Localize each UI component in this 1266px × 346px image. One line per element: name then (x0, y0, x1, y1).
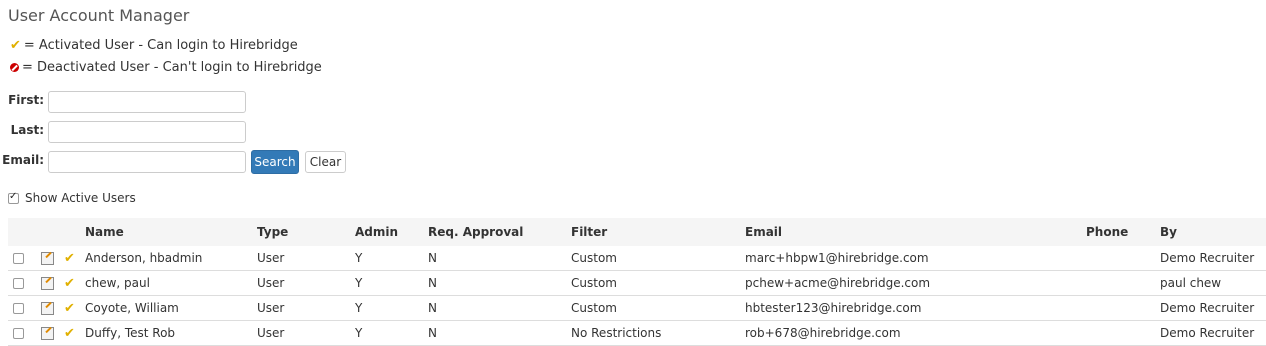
table-row: ✔ Duffy, Test Rob User Y N No Restrictio… (8, 321, 1266, 346)
user-filter: Custom (571, 276, 617, 290)
user-admin: Y (355, 251, 363, 265)
header-filter[interactable]: Filter (571, 225, 607, 239)
user-by: Demo Recruiter (1160, 251, 1255, 265)
user-filter: No Restrictions (571, 326, 662, 340)
table-header: Name Type Admin Req. Approval Filter Ema… (8, 218, 1266, 246)
table-row: ✔ Anderson, hbadmin User Y N Custom marc… (8, 246, 1266, 271)
legend-deactivated-text: = Deactivated User - Can't login to Hire… (22, 60, 322, 75)
user-name[interactable]: Duffy, Test Rob (85, 326, 175, 340)
row-select-checkbox[interactable] (13, 302, 24, 314)
user-admin: Y (355, 301, 363, 315)
edit-icon[interactable] (41, 301, 54, 315)
row-select-checkbox[interactable] (13, 277, 24, 289)
last-name-input[interactable] (48, 121, 246, 143)
last-label: Last: (10, 123, 44, 137)
checkmark-icon: ✔ (64, 250, 75, 266)
table-row: ✔ chew, paul User Y N Custom pchew+acme@… (8, 271, 1266, 296)
user-admin: Y (355, 276, 363, 290)
user-name[interactable]: Coyote, William (85, 301, 179, 315)
user-req-approval: N (428, 301, 437, 315)
user-admin: Y (355, 326, 363, 340)
user-email: marc+hbpw1@hirebridge.com (745, 251, 929, 265)
header-phone[interactable]: Phone (1086, 225, 1128, 239)
first-label: First: (8, 93, 44, 107)
user-name[interactable]: Anderson, hbadmin (85, 251, 202, 265)
user-by: Demo Recruiter (1160, 326, 1255, 340)
checkmark-icon: ✔ (10, 38, 21, 53)
legend-deactivated: = Deactivated User - Can't login to Hire… (10, 60, 322, 75)
legend-activated-text: = Activated User - Can login to Hirebrid… (23, 38, 298, 53)
user-filter: Custom (571, 301, 617, 315)
user-email: hbtester123@hirebridge.com (745, 301, 922, 315)
user-req-approval: N (428, 251, 437, 265)
checkmark-icon: ✔ (64, 325, 75, 341)
header-req-approval[interactable]: Req. Approval (428, 225, 523, 239)
header-type[interactable]: Type (257, 225, 288, 239)
user-by: paul chew (1160, 276, 1222, 290)
row-select-checkbox[interactable] (13, 327, 24, 339)
user-filter: Custom (571, 251, 617, 265)
row-select-checkbox[interactable] (13, 252, 24, 264)
checkmark-icon: ✔ (64, 300, 75, 316)
deactivated-icon (10, 63, 19, 72)
table-row: ✔ Coyote, William User Y N Custom hbtest… (8, 296, 1266, 321)
edit-icon[interactable] (41, 326, 54, 340)
page-title: User Account Manager (8, 6, 190, 25)
edit-icon[interactable] (41, 251, 54, 265)
user-account-manager-page: User Account Manager ✔ = Activated User … (0, 0, 1266, 346)
email-input[interactable] (48, 151, 246, 173)
user-email: pchew+acme@hirebridge.com (745, 276, 931, 290)
search-button[interactable]: Search (251, 150, 299, 174)
legend-activated: ✔ = Activated User - Can login to Hirebr… (10, 38, 298, 53)
user-email: rob+678@hirebridge.com (745, 326, 901, 340)
header-by[interactable]: By (1160, 225, 1177, 239)
user-by: Demo Recruiter (1160, 301, 1255, 315)
user-type: User (257, 251, 285, 265)
show-active-users-label: Show Active Users (25, 191, 136, 205)
first-name-input[interactable] (48, 91, 246, 113)
header-email[interactable]: Email (745, 225, 782, 239)
clear-button[interactable]: Clear (305, 151, 346, 173)
user-type: User (257, 301, 285, 315)
header-admin[interactable]: Admin (355, 225, 398, 239)
user-name[interactable]: chew, paul (85, 276, 150, 290)
checkmark-icon: ✔ (64, 275, 75, 291)
user-type: User (257, 326, 285, 340)
user-req-approval: N (428, 326, 437, 340)
users-table: Name Type Admin Req. Approval Filter Ema… (8, 218, 1266, 346)
user-type: User (257, 276, 285, 290)
user-req-approval: N (428, 276, 437, 290)
edit-icon[interactable] (41, 276, 54, 290)
email-label: Email: (2, 153, 44, 167)
show-active-users-toggle[interactable]: Show Active Users (8, 191, 136, 205)
show-active-users-checkbox[interactable] (8, 191, 19, 204)
header-name[interactable]: Name (85, 225, 124, 239)
